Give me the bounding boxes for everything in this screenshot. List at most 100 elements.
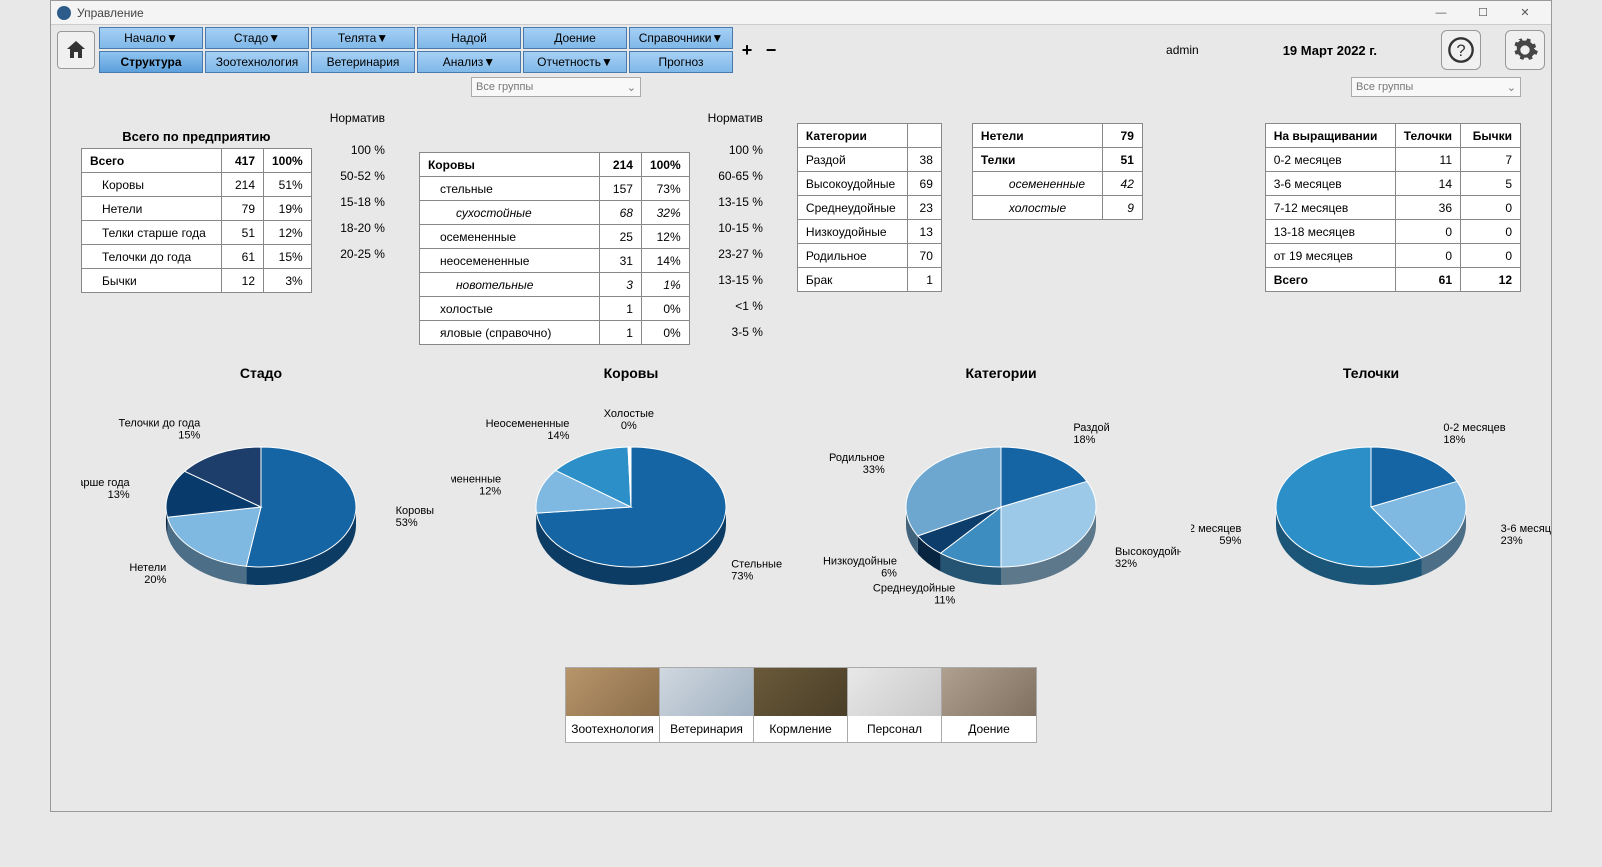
chart-block: СтадоКоровы53%Нетели20%Телки старше года…: [81, 365, 441, 647]
svg-text:Коровы: Коровы: [396, 505, 435, 517]
categories-table: КатегорииРаздой38Высокоудойные69Среднеуд…: [797, 123, 942, 292]
card-image: [848, 668, 941, 716]
chart-block: Телочки0-2 месяцев18%3-6 месяцев23%7-12 …: [1191, 365, 1551, 647]
date-label: 19 Март 2022 г.: [1283, 43, 1377, 58]
card-label: Ветеринария: [660, 716, 753, 742]
footer-card[interactable]: Ветеринария: [660, 668, 754, 742]
table-row: Телки старше года5112%: [82, 221, 312, 245]
menu-ветеринария[interactable]: Ветеринария: [311, 51, 415, 73]
menu-справочники[interactable]: Справочники▼: [629, 27, 733, 49]
group-select-left[interactable]: Все группы⌄: [471, 77, 641, 97]
svg-text:18%: 18%: [1443, 434, 1465, 446]
svg-text:73%: 73%: [731, 570, 753, 582]
table-row: осемененные2512%: [419, 225, 689, 249]
footer-card[interactable]: Кормление: [754, 668, 848, 742]
maximize-button[interactable]: ☐: [1463, 3, 1503, 23]
help-button[interactable]: ?: [1441, 30, 1481, 70]
table-row: Нетели79: [972, 124, 1142, 148]
card-label: Персонал: [848, 716, 941, 742]
svg-text:Холостые: Холостые: [604, 408, 654, 420]
chart-block: КатегорииРаздой18%Высокоудойные32%Средне…: [821, 365, 1181, 647]
menu-отчетность[interactable]: Отчетность▼: [523, 51, 627, 73]
card-image: [566, 668, 659, 716]
svg-text:59%: 59%: [1219, 535, 1241, 547]
content: Всего по предприятиюВсего417100%Коровы21…: [51, 99, 1551, 811]
pie-chart: Стельные73%Осемененные12%Неосемененные14…: [451, 387, 811, 647]
table-row: Телки51: [972, 148, 1142, 172]
table-row: Нетели7919%: [82, 197, 312, 221]
menu-зоотехнология[interactable]: Зоотехнология: [205, 51, 309, 73]
svg-text:0%: 0%: [621, 420, 637, 432]
svg-text:7-12 месяцев: 7-12 месяцев: [1191, 523, 1242, 535]
window-title: Управление: [77, 6, 1421, 20]
menu-надой[interactable]: Надой: [417, 27, 521, 49]
tables-row: Всего по предприятиюВсего417100%Коровы21…: [81, 105, 1521, 345]
pie-chart: Коровы53% Нетели20% Телки старше года13% Те…: [81, 387, 441, 647]
svg-text:11%: 11%: [934, 595, 955, 607]
menu-телята[interactable]: Телята▼: [311, 27, 415, 49]
svg-text:13%: 13%: [108, 489, 130, 501]
table-row: неосемененные3114%: [419, 249, 689, 273]
svg-text:Нетели: Нетели: [129, 562, 166, 574]
table-row: 13-18 месяцев00: [1265, 220, 1520, 244]
menu-стадо[interactable]: Стадо▼: [205, 27, 309, 49]
svg-text:12%: 12%: [479, 485, 501, 497]
svg-text:53%: 53%: [396, 517, 418, 529]
data-table: Коровы214100%стельные15773%сухостойные68…: [419, 152, 690, 345]
svg-text:18%: 18%: [1073, 434, 1095, 446]
chart-title: Категории: [821, 365, 1181, 381]
gear-icon: [1511, 36, 1539, 64]
home-icon: [64, 38, 88, 62]
menu-анализ[interactable]: Анализ▼: [417, 51, 521, 73]
svg-text:Среднеудойные: Среднеудойные: [873, 583, 955, 595]
table-row: Брак1: [797, 268, 941, 292]
table-row: Среднеудойные23: [797, 196, 941, 220]
pie-chart: Раздой18%Высокоудойные32%Среднеудойные11…: [821, 387, 1181, 647]
svg-text:Телки старше года: Телки старше года: [81, 477, 131, 489]
card-label: Доение: [942, 716, 1036, 742]
chevron-down-icon: ⌄: [627, 81, 636, 94]
svg-text:0-2 месяцев: 0-2 месяцев: [1443, 422, 1505, 434]
settings-button[interactable]: [1505, 30, 1545, 70]
svg-text:14%: 14%: [547, 430, 569, 442]
svg-text:Родильное: Родильное: [829, 452, 885, 464]
footer-card[interactable]: Зоотехнология: [566, 668, 660, 742]
chart-block: КоровыСтельные73%Осемененные12%Неосемене…: [451, 365, 811, 647]
svg-text:Стельные: Стельные: [731, 558, 782, 570]
pie-chart: 0-2 месяцев18%3-6 месяцев23%7-12 месяцев…: [1191, 387, 1551, 647]
home-button[interactable]: [57, 31, 95, 69]
svg-text:6%: 6%: [881, 567, 897, 579]
svg-text:15%: 15%: [178, 430, 200, 442]
user-label: admin: [1166, 43, 1199, 57]
raising-table: На выращиванииТелочкиБычки0-2 месяцев117…: [1265, 123, 1521, 292]
table-row: Коровы214100%: [419, 153, 689, 177]
svg-text:33%: 33%: [863, 464, 885, 476]
menu-grid: Начало▼Стадо▼Телята▼НадойДоениеСправочни…: [99, 27, 733, 73]
plus-button[interactable]: +: [737, 40, 757, 60]
svg-text:3-6 месяцев: 3-6 месяцев: [1501, 523, 1551, 535]
minimize-button[interactable]: —: [1421, 3, 1461, 23]
close-button[interactable]: ✕: [1505, 3, 1545, 23]
table-row: от 19 месяцев00: [1265, 244, 1520, 268]
table-row: Высокоудойные69: [797, 172, 941, 196]
menu-доение[interactable]: Доение: [523, 27, 627, 49]
menu-начало[interactable]: Начало▼: [99, 27, 203, 49]
table-row: 7-12 месяцев360: [1265, 196, 1520, 220]
menu-структура[interactable]: Структура: [99, 51, 203, 73]
menu-прогноз[interactable]: Прогноз: [629, 51, 733, 73]
svg-text:Телочки до года: Телочки до года: [118, 418, 201, 430]
table-row: Бычки123%: [82, 269, 312, 293]
table-row: Раздой38: [797, 148, 941, 172]
svg-text:Осемененные: Осемененные: [451, 473, 501, 485]
toolbar: Начало▼Стадо▼Телята▼НадойДоениеСправочни…: [51, 25, 1551, 75]
group-select-right[interactable]: Все группы⌄: [1351, 77, 1521, 97]
group-row: Все группы⌄ Все группы⌄: [51, 75, 1551, 99]
footer-card[interactable]: Доение: [942, 668, 1036, 742]
table-row: холостые9: [972, 196, 1142, 220]
footer-card[interactable]: Персонал: [848, 668, 942, 742]
minus-button[interactable]: −: [761, 40, 781, 60]
svg-text:20%: 20%: [144, 574, 166, 586]
svg-text:Высокоудойные: Высокоудойные: [1115, 546, 1181, 558]
data-table: Всего417100%Коровы21451%Нетели7919%Телки…: [81, 148, 312, 293]
footer-cards: ЗоотехнологияВетеринарияКормлениеПерсона…: [565, 667, 1037, 743]
